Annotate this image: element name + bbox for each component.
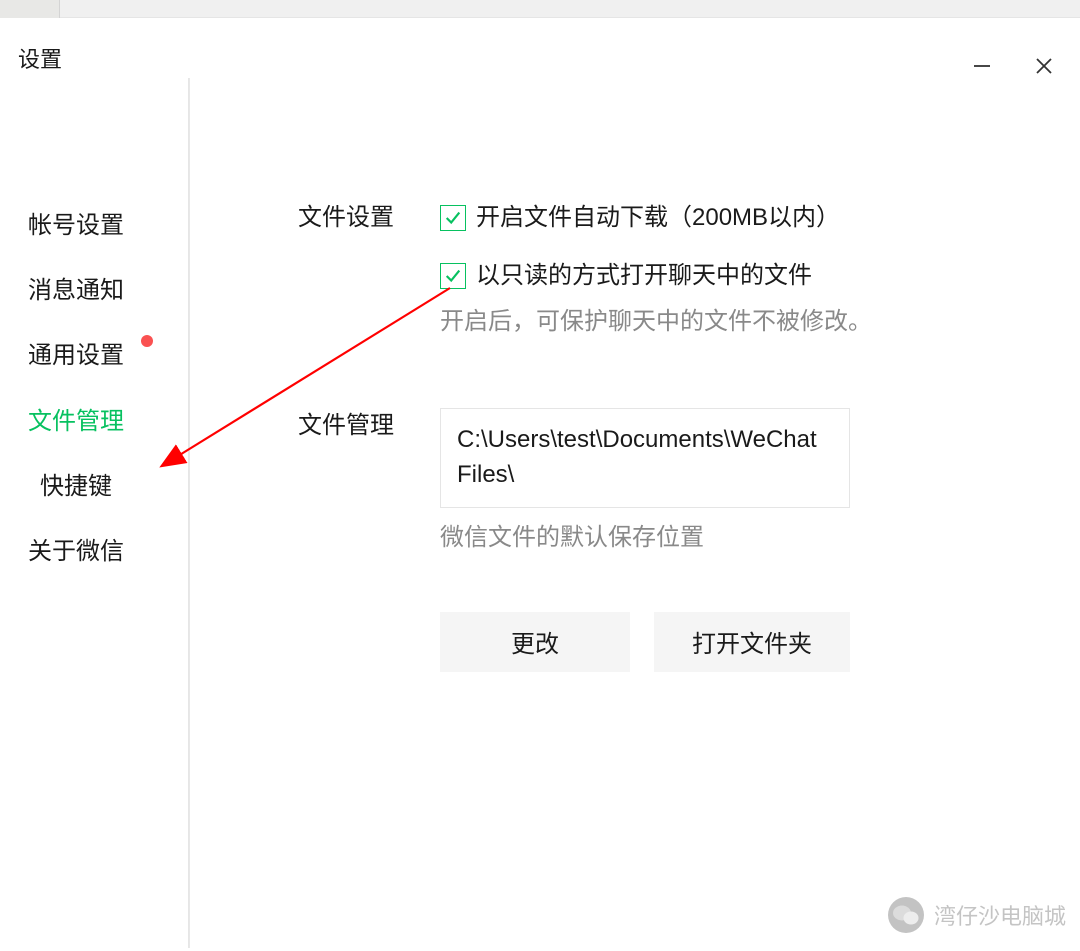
sidebar-item-notifications[interactable]: 消息通知 [28,258,189,323]
file-management-buttons: 更改 打开文件夹 [440,612,1080,672]
sidebar-item-label: 通用设置 [28,342,124,369]
window-title: 设置 [18,22,62,74]
auto-download-checkbox[interactable] [440,205,466,231]
readonly-open-row: 以只读的方式打开聊天中的文件 [440,258,1080,294]
close-button[interactable] [1032,54,1056,78]
file-path-input[interactable]: C:\Users\test\Documents\WeChat Files\ [440,408,850,508]
watermark: 湾仔沙电脑城 [888,897,1066,933]
titlebar-strip [0,0,1080,18]
window-controls [970,46,1056,78]
check-icon [444,267,462,285]
open-folder-button[interactable]: 打开文件夹 [654,612,850,672]
sidebar-item-label: 快捷键 [40,473,112,500]
wechat-icon [888,897,924,933]
minimize-icon [972,56,992,76]
main-panel: 文件设置 开启文件自动下载（200MB以内） [190,78,1080,948]
change-button[interactable]: 更改 [440,612,630,672]
settings-window: 设置 帐号设置 消息通知 通用设置 [0,18,1080,951]
file-path-hint: 微信文件的默认保存位置 [440,520,1080,556]
sidebar-item-general[interactable]: 通用设置 [28,323,189,388]
settings-sidebar: 帐号设置 消息通知 通用设置 文件管理 快捷键 关于微信 [0,78,190,948]
notification-dot-icon [141,335,153,347]
sidebar-item-label: 消息通知 [28,277,124,304]
readonly-hint: 开启后，可保护聊天中的文件不被修改。 [440,304,1080,340]
file-management-content: C:\Users\test\Documents\WeChat Files\ 微信… [440,408,1080,672]
sidebar-item-label: 帐号设置 [28,212,124,239]
auto-download-label: 开启文件自动下载（200MB以内） [476,200,840,236]
sidebar-item-about[interactable]: 关于微信 [28,519,189,584]
sidebar-item-file-management[interactable]: 文件管理 [28,389,189,454]
watermark-text: 湾仔沙电脑城 [934,899,1066,931]
check-icon [444,209,462,227]
minimize-button[interactable] [970,54,994,78]
titlebar-tab [0,0,60,18]
sidebar-item-label: 文件管理 [28,408,124,435]
auto-download-row: 开启文件自动下载（200MB以内） [440,200,1080,236]
readonly-open-label: 以只读的方式打开聊天中的文件 [476,258,812,294]
title-bar: 设置 [0,18,1080,78]
content-area: 帐号设置 消息通知 通用设置 文件管理 快捷键 关于微信 文件设置 [0,78,1080,948]
file-management-label: 文件管理 [298,408,440,444]
file-settings-label: 文件设置 [298,200,440,236]
sidebar-item-label: 关于微信 [28,538,124,565]
file-settings-content: 开启文件自动下载（200MB以内） 以只读的方式打开聊天中的文件 开启后，可保护… [440,200,1080,340]
file-management-section: 文件管理 C:\Users\test\Documents\WeChat File… [298,408,1080,672]
sidebar-item-account[interactable]: 帐号设置 [28,193,189,258]
file-settings-section: 文件设置 开启文件自动下载（200MB以内） [298,200,1080,340]
sidebar-item-shortcuts[interactable]: 快捷键 [28,454,189,519]
close-icon [1034,56,1054,76]
readonly-open-checkbox[interactable] [440,263,466,289]
